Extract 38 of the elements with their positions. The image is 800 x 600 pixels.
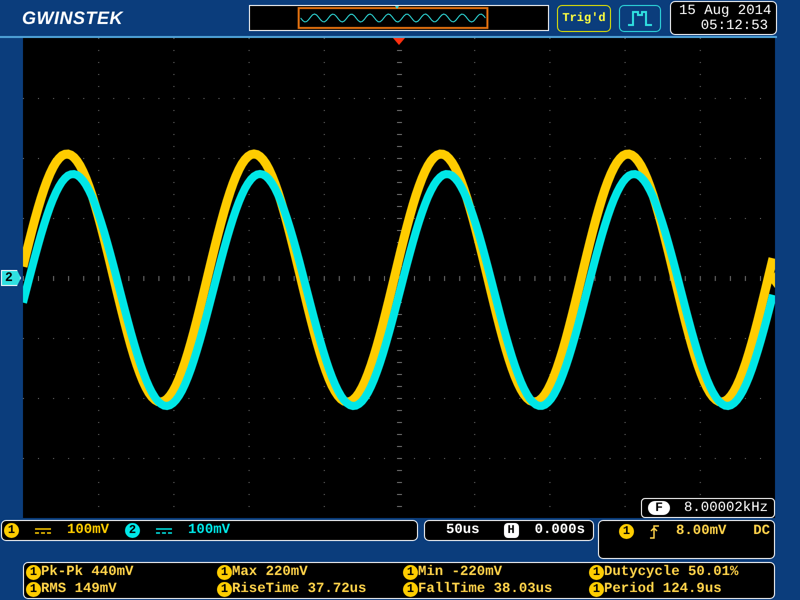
channel-number-badge: 1 [26, 582, 41, 597]
measurement-value: FallTime 38.03us [418, 581, 552, 598]
measurement-value: RMS 149mV [41, 581, 117, 598]
timebase-scale: 50us [446, 521, 480, 540]
channel-marker: 2 [1, 270, 21, 286]
trigger-source-badge: 1 [619, 524, 634, 539]
counter-badge: F [648, 501, 670, 515]
channel-number-badge: 1 [403, 582, 418, 597]
channel-number-badge: 2 [125, 523, 140, 538]
measurement-value: Pk-Pk 440mV [41, 564, 134, 581]
trigger-coupling: DC [753, 523, 770, 540]
trigger-level: 8.00mV [676, 523, 726, 540]
measurement-value: Max 220mV [232, 564, 308, 581]
channel-number-badge: 1 [589, 582, 604, 597]
time-text: 05:12:53 [700, 19, 768, 34]
horizontal-position-badge: H [504, 523, 519, 538]
dc-coupling-icon [35, 526, 51, 536]
channel-number-badge: 1 [4, 523, 19, 538]
trigger-level-marker [769, 272, 775, 288]
rising-edge-icon [650, 524, 660, 540]
pulse-icon [627, 9, 653, 27]
measurement-value: Period 124.9us [604, 581, 722, 598]
measurement-value: RiseTime 37.72us [232, 581, 366, 598]
brand-logo: GWINSTEK [21, 6, 124, 30]
channel-number-badge: 1 [589, 565, 604, 580]
channel-number-badge: 1 [26, 565, 41, 580]
frequency-value: 8.00002kHz [684, 500, 768, 516]
dc-coupling-icon [156, 526, 172, 536]
trigger-status: Trig'd [557, 4, 611, 32]
measurement-value: Min -220mV [418, 564, 502, 581]
trigger-position-marker [393, 38, 405, 45]
measurement-value: Dutycycle 50.01% [604, 564, 738, 581]
channel-number-badge: 1 [217, 582, 232, 597]
channel-scale: 100mV [67, 521, 110, 540]
channel-number-badge: 1 [217, 565, 232, 580]
channel-scale: 100mV [188, 521, 230, 540]
horizontal-position: 0.000s [534, 521, 585, 540]
channel-number-badge: 1 [403, 565, 418, 580]
